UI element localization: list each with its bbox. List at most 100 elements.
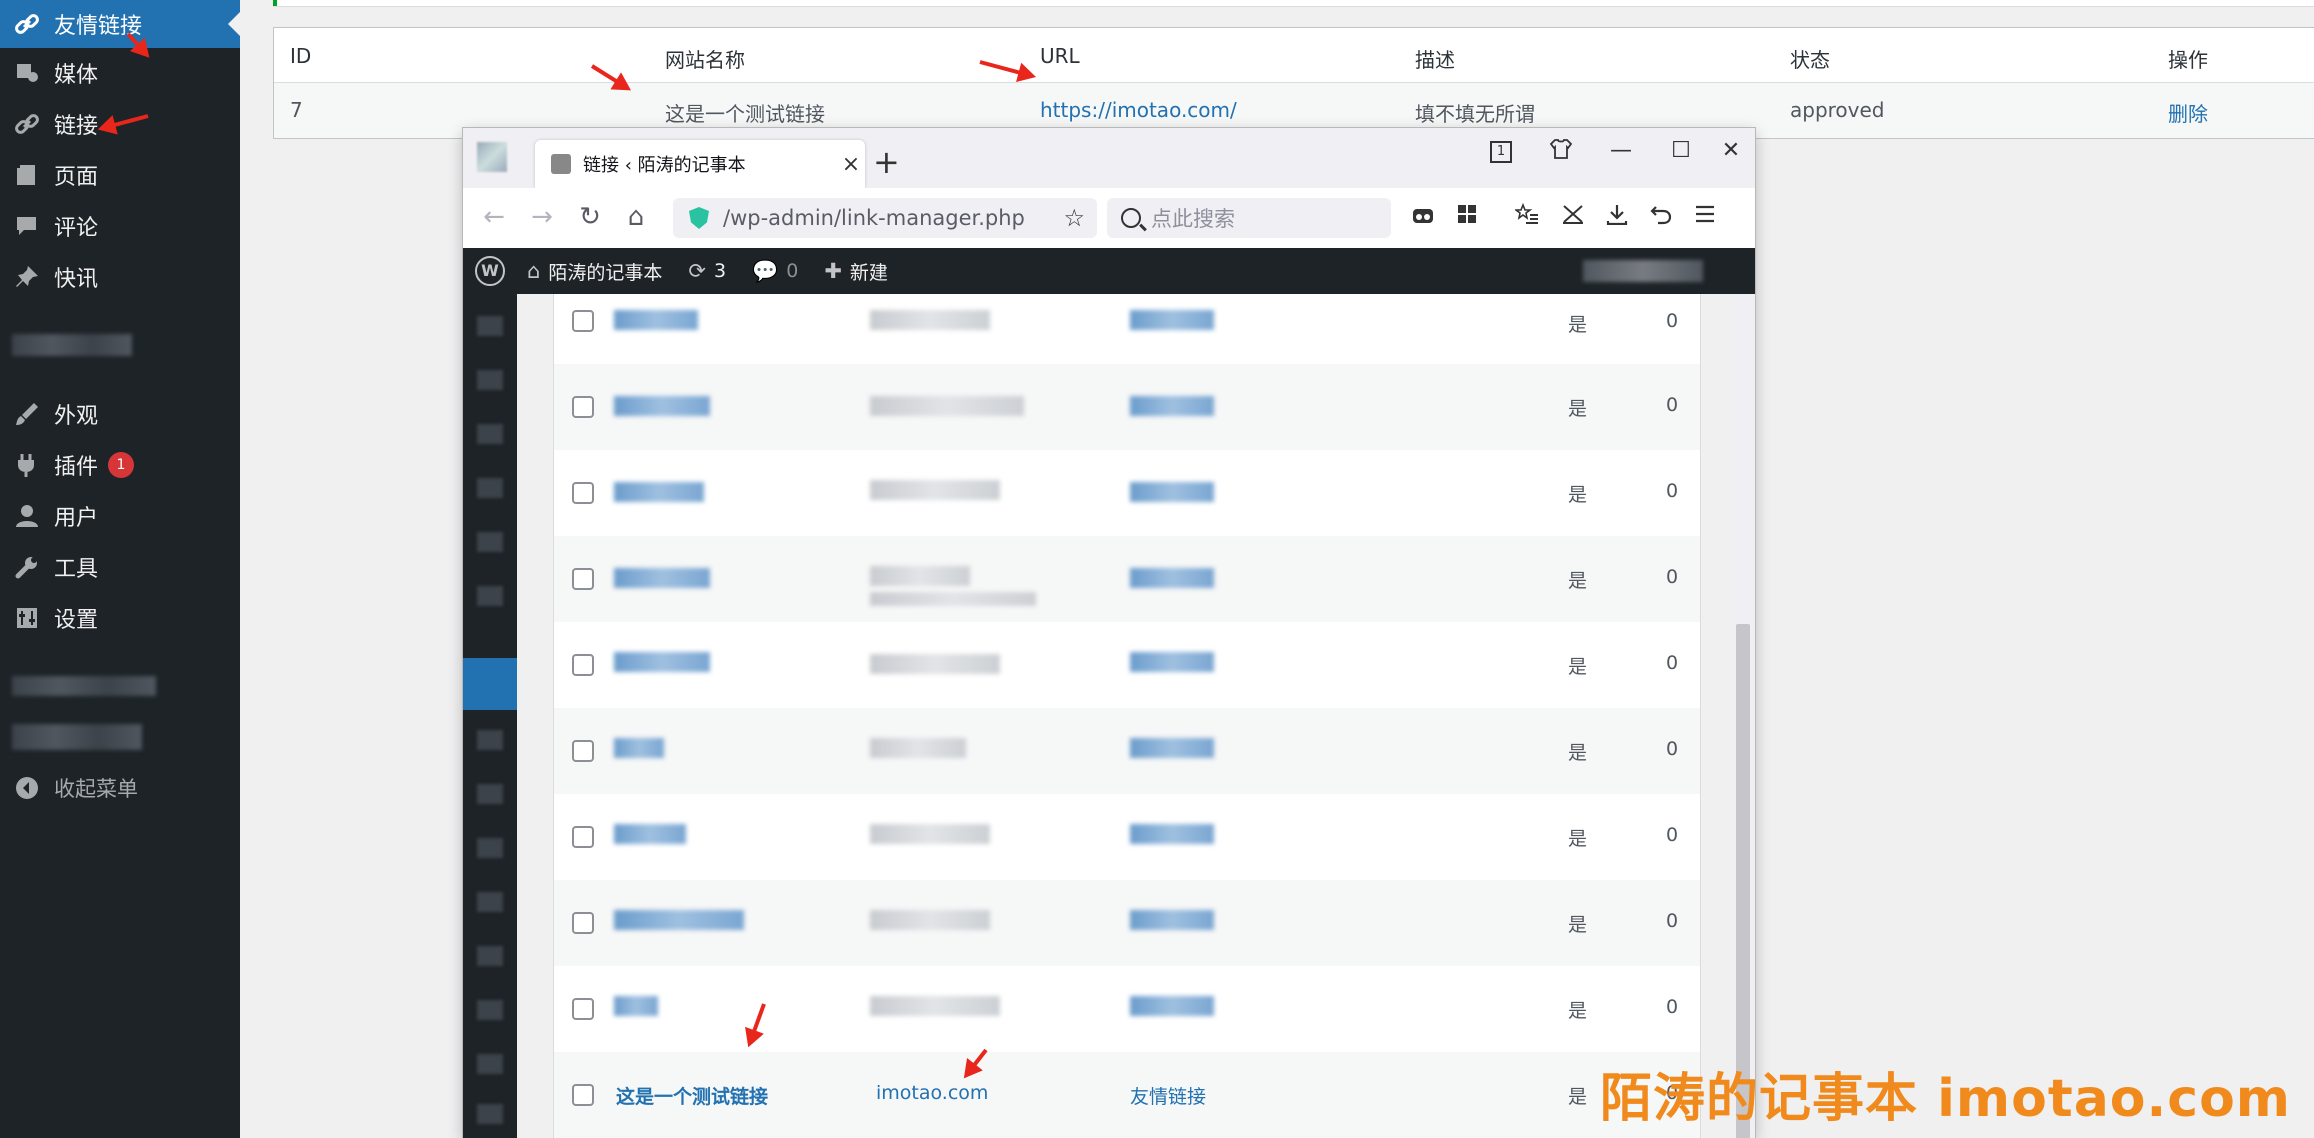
undo-close-tab-icon[interactable] <box>1645 203 1677 231</box>
row-checkbox[interactable] <box>572 654 594 676</box>
collapse-menu-button[interactable]: 收起菜单 <box>0 764 240 812</box>
tracking-protection-shield-icon[interactable] <box>689 207 709 229</box>
link-icon <box>12 109 42 139</box>
home-button[interactable]: ⌂ <box>619 202 653 232</box>
row-checkbox[interactable] <box>572 310 594 332</box>
link-manager-table: 是 0 是 0 是 0 是 0 是 0 是 0 是 0 是 0 是 0 这是一个… <box>553 294 1701 1138</box>
sidebar-item-pages[interactable]: 页面 <box>0 151 240 199</box>
sidebar-item-label: 评论 <box>54 216 99 241</box>
redacted-link-category <box>1130 310 1214 330</box>
sidebar-item-label: 工具 <box>54 557 99 582</box>
sidebar-item-settings[interactable]: 设置 <box>0 594 240 642</box>
link-url[interactable]: imotao.com <box>876 1082 988 1104</box>
link-name[interactable]: 这是一个测试链接 <box>616 1082 768 1109</box>
bookmarks-list-icon[interactable] <box>1511 202 1543 231</box>
redacted-link-name <box>614 824 686 844</box>
redacted-link-category <box>1130 738 1214 758</box>
bookmark-star-icon[interactable]: ☆ <box>1063 204 1085 232</box>
sidebar-item-news[interactable]: 快讯 <box>0 253 240 301</box>
shirt-icon[interactable] <box>1541 138 1581 166</box>
minimize-button[interactable]: — <box>1601 138 1641 163</box>
row-checkbox[interactable] <box>572 568 594 590</box>
sidebar-item-comments[interactable]: 评论 <box>0 202 240 250</box>
new-tab-button[interactable]: + <box>873 146 900 178</box>
row-checkbox[interactable] <box>572 912 594 934</box>
menu-hamburger-icon[interactable] <box>1689 203 1721 231</box>
table-row: 是 0 <box>554 966 1700 1052</box>
reload-button[interactable]: ↻ <box>573 202 607 232</box>
maximize-button[interactable]: ☐ <box>1661 138 1701 163</box>
redacted-link-url <box>870 396 1024 416</box>
cell-rating: 0 <box>1666 394 1679 416</box>
url-text: /wp-admin/link-manager.php <box>723 206 1025 230</box>
cell-visible: 是 <box>1568 484 1588 506</box>
address-bar[interactable]: /wp-admin/link-manager.php ☆ <box>673 198 1097 238</box>
tab-link-manager[interactable]: 链接 ‹ 陌涛的记事本 × <box>535 140 865 188</box>
page-scrollbar[interactable] <box>1732 294 1754 1138</box>
cell-description: 填不填无所谓 <box>1415 102 1535 126</box>
link-manager-content: 是 0 是 0 是 0 是 0 是 0 是 0 是 0 是 0 是 0 这是一个… <box>517 294 1755 1138</box>
close-tab-icon[interactable]: × <box>837 152 865 177</box>
sidebar-item-label: 页面 <box>54 165 99 190</box>
link-category[interactable]: 友情链接 <box>1130 1082 1206 1109</box>
user-icon <box>12 501 42 531</box>
redacted-link-name <box>614 310 698 330</box>
tab-manager-icon[interactable] <box>1407 203 1439 231</box>
sidebar-item-tools[interactable]: 工具 <box>0 543 240 591</box>
sidebar-item-appearance[interactable]: 外观 <box>0 390 240 438</box>
row-checkbox[interactable] <box>572 740 594 762</box>
cell-visible: 是 <box>1568 656 1588 678</box>
comment-icon <box>12 211 42 241</box>
row-checkbox[interactable] <box>572 998 594 1020</box>
sidebar-item-label: 用户 <box>54 506 99 531</box>
column-header-status: 状态 <box>1790 48 1830 72</box>
cell-rating: 0 <box>1666 910 1679 932</box>
redacted-menu-icon <box>477 730 503 750</box>
cell-rating: 0 <box>1666 652 1679 674</box>
table-divider <box>274 82 2314 83</box>
sidebar-item-media[interactable]: 媒体 <box>0 49 240 97</box>
row-checkbox[interactable] <box>572 396 594 418</box>
redacted-link-category <box>1130 482 1214 502</box>
forward-button[interactable]: → <box>525 202 559 232</box>
redacted-menu-icon <box>477 370 503 390</box>
apps-grid-icon[interactable] <box>1451 203 1483 231</box>
redacted-menu-icon <box>477 424 503 444</box>
sidebar-item-label: 设置 <box>54 608 99 633</box>
inner-admin-sidebar <box>463 294 517 1138</box>
redacted-link-name <box>614 996 658 1016</box>
plugin-icon <box>12 450 42 480</box>
redacted-link-name <box>614 738 664 758</box>
redacted-menu-icon <box>477 1054 503 1074</box>
cell-visible: 是 <box>1568 1000 1588 1022</box>
search-input[interactable]: 点此搜索 <box>1107 198 1391 238</box>
row-checkbox[interactable] <box>572 1084 594 1106</box>
firefox-logo-icon <box>477 142 507 172</box>
sidebar-item-friend-links[interactable]: 友情链接 <box>0 0 240 48</box>
close-window-button[interactable]: ✕ <box>1711 138 1751 163</box>
redacted-menu-icon <box>477 478 503 498</box>
delete-link[interactable]: 删除 <box>2168 98 2208 127</box>
sidebar-item-label: 插件 <box>54 455 99 480</box>
cell-visible: 是 <box>1568 742 1588 764</box>
sidebar-item-users[interactable]: 用户 <box>0 492 240 540</box>
wordpress-logo-icon[interactable]: W <box>475 256 505 286</box>
sidebar-item-plugins[interactable]: 插件 1 <box>0 441 240 489</box>
cell-rating: 0 <box>1666 310 1679 332</box>
row-checkbox[interactable] <box>572 826 594 848</box>
back-button[interactable]: ← <box>477 202 511 232</box>
table-row: 是 0 <box>554 364 1700 450</box>
wrench-icon <box>12 552 42 582</box>
inner-active-menu-item[interactable] <box>463 658 517 710</box>
watermark: 陌涛的记事本 imotao.com <box>1600 1069 2291 1129</box>
row-checkbox[interactable] <box>572 482 594 504</box>
tab-counter-icon[interactable]: 1 <box>1481 140 1521 163</box>
redacted-link-url <box>870 824 990 844</box>
redacted-link-url <box>870 480 1000 500</box>
cell-url-link[interactable]: https://imotao.com/ <box>1040 98 1237 122</box>
table-row: 是 0 <box>554 450 1700 536</box>
screenshot-icon[interactable] <box>1557 203 1589 231</box>
redacted-link-name <box>614 652 710 672</box>
redacted-link-name <box>614 396 710 416</box>
download-icon[interactable] <box>1601 203 1633 231</box>
